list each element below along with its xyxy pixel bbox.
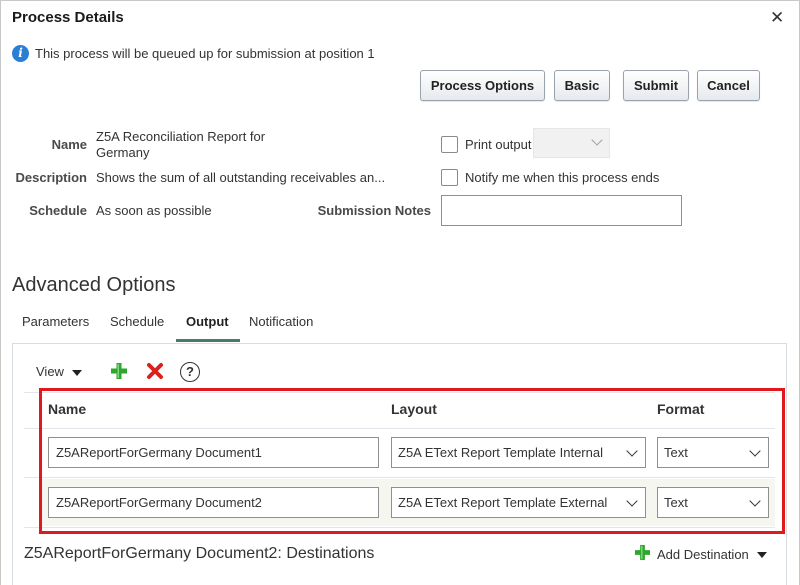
tab-notification[interactable]: Notification bbox=[249, 314, 313, 329]
name-value-line2: Germany bbox=[96, 145, 150, 160]
info-message: This process will be queued up for submi… bbox=[35, 46, 375, 61]
basic-button[interactable]: Basic bbox=[554, 70, 610, 101]
tab-parameters[interactable]: Parameters bbox=[22, 314, 89, 329]
view-label: View bbox=[36, 364, 64, 379]
advanced-options-title: Advanced Options bbox=[12, 274, 176, 296]
add-destination-button[interactable]: Add Destination bbox=[657, 547, 749, 562]
active-tab-indicator bbox=[176, 339, 240, 342]
info-icon: i bbox=[12, 45, 29, 62]
printer-select bbox=[533, 128, 610, 158]
close-icon[interactable]: ✕ bbox=[770, 8, 784, 28]
print-output-checkbox[interactable] bbox=[441, 136, 458, 153]
submission-notes-input[interactable] bbox=[441, 195, 682, 226]
description-value: Shows the sum of all outstanding receiva… bbox=[96, 170, 386, 185]
help-icon[interactable]: ? bbox=[180, 362, 200, 382]
highlight-box bbox=[39, 388, 785, 534]
delete-x-icon[interactable] bbox=[146, 362, 164, 380]
view-menu[interactable]: View bbox=[36, 364, 64, 379]
cancel-button[interactable]: Cancel bbox=[697, 70, 760, 101]
name-label: Name bbox=[51, 137, 87, 152]
submit-button[interactable]: Submit bbox=[623, 70, 689, 101]
schedule-value: As soon as possible bbox=[96, 203, 212, 218]
chevron-down-icon bbox=[591, 134, 603, 146]
dialog-title: Process Details bbox=[12, 9, 124, 26]
notify-label: Notify me when this process ends bbox=[465, 170, 660, 185]
notify-checkbox[interactable] bbox=[441, 169, 458, 186]
add-destination-plus-icon[interactable] bbox=[634, 544, 651, 561]
description-label: Description bbox=[15, 170, 87, 185]
submission-notes-label: Submission Notes bbox=[317, 203, 431, 218]
tab-schedule[interactable]: Schedule bbox=[110, 314, 164, 329]
add-destination-caret-icon[interactable] bbox=[757, 552, 767, 558]
view-caret-icon[interactable] bbox=[72, 370, 82, 376]
schedule-label: Schedule bbox=[29, 203, 87, 218]
tab-output[interactable]: Output bbox=[186, 314, 229, 329]
destinations-title: Z5AReportForGermany Document2: Destinati… bbox=[24, 545, 375, 562]
process-options-button[interactable]: Process Options bbox=[420, 70, 545, 101]
plus-icon[interactable] bbox=[110, 362, 128, 380]
name-value-line1: Z5A Reconciliation Report for bbox=[96, 129, 266, 144]
print-output-label: Print output bbox=[465, 137, 532, 152]
